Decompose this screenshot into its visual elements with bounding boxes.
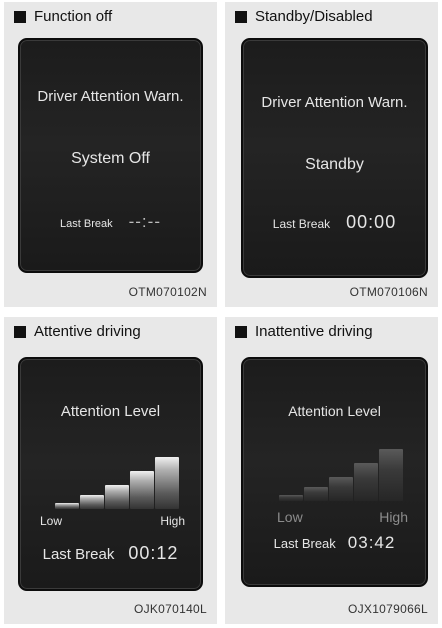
- system-status-text: System Off: [71, 150, 150, 167]
- panel-title-text: Function off: [34, 8, 113, 25]
- attention-bar-4: [354, 463, 378, 501]
- screen-heading: Driver Attention Warn.: [261, 94, 408, 111]
- last-break-time: --:--: [128, 212, 161, 231]
- attention-bar-1: [279, 495, 303, 501]
- cluster-screen: Driver Attention Warn. System Off Last B…: [18, 38, 203, 273]
- last-break-row: Last Break --:--: [20, 212, 201, 232]
- figure-code: OJK070140L: [133, 602, 207, 616]
- high-label: High: [379, 509, 408, 525]
- last-break-time: 00:12: [128, 543, 179, 563]
- panel-title-text: Standby/Disabled: [255, 8, 373, 25]
- screen-heading: Driver Attention Warn.: [37, 88, 184, 105]
- cluster-screen: Attention Level Low High Last Break 03:4…: [241, 357, 428, 587]
- panel-title: Standby/Disabled: [235, 8, 373, 25]
- attention-bar-2: [80, 495, 104, 509]
- attention-level-bars: [20, 453, 201, 509]
- panel-title: Attentive driving: [14, 323, 141, 340]
- last-break-label: Last Break: [60, 218, 113, 230]
- attention-bar-1: [55, 503, 79, 509]
- attention-bar-5: [155, 457, 179, 509]
- figure-code: OJX1079066L: [347, 602, 428, 616]
- last-break-label: Last Break: [272, 217, 331, 231]
- last-break-label: Last Break: [42, 546, 115, 563]
- screen-heading: Attention Level: [288, 403, 381, 419]
- panel-attentive-driving: Attentive driving Attention Level Low Hi…: [4, 317, 217, 624]
- panel-inattentive-driving: Inattentive driving Attention Level Low …: [225, 317, 438, 624]
- panel-title: Function off: [14, 8, 112, 25]
- last-break-time: 03:42: [347, 533, 396, 552]
- last-break-row: Last Break 00:12: [20, 543, 201, 564]
- panel-title-text: Attentive driving: [34, 323, 141, 340]
- square-bullet-icon: [14, 325, 26, 338]
- cluster-screen: Attention Level Low High Last Break 00:1…: [18, 357, 203, 591]
- square-bullet-icon: [235, 325, 247, 338]
- low-label: Low: [277, 509, 303, 525]
- panel-title: Inattentive driving: [235, 323, 373, 340]
- square-bullet-icon: [14, 10, 26, 23]
- system-status-text: Standby: [305, 156, 364, 173]
- attention-bar-3: [105, 485, 129, 509]
- high-label: High: [160, 514, 185, 528]
- figure-code: OTM070106N: [349, 285, 428, 299]
- last-break-label: Last Break: [273, 536, 336, 551]
- attention-bar-5: [379, 449, 403, 501]
- panel-function-off: Function off Driver Attention Warn. Syst…: [4, 2, 217, 307]
- panel-standby-disabled: Standby/Disabled Driver Attention Warn. …: [225, 2, 438, 307]
- attention-bar-3: [329, 477, 353, 501]
- cluster-screen: Driver Attention Warn. Standby Last Brea…: [241, 38, 428, 278]
- low-label: Low: [40, 514, 63, 528]
- attention-level-bars: [243, 445, 426, 501]
- attention-bar-2: [304, 487, 328, 501]
- square-bullet-icon: [235, 10, 247, 23]
- screen-heading: Attention Level: [60, 403, 161, 420]
- last-break-row: Last Break 00:00: [243, 212, 426, 233]
- last-break-row: Last Break 03:42: [243, 533, 426, 553]
- figure-code: OTM070102N: [128, 285, 207, 299]
- attention-bar-4: [130, 471, 154, 509]
- last-break-time: 00:00: [346, 212, 397, 232]
- panel-title-text: Inattentive driving: [255, 323, 373, 340]
